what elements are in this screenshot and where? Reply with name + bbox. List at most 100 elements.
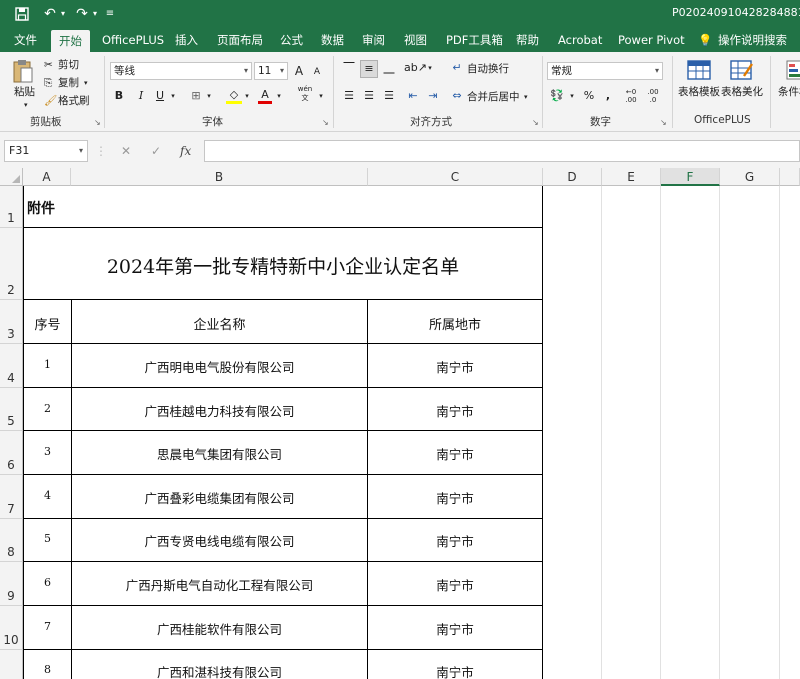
record-no[interactable]: 3 — [24, 445, 71, 458]
record-company[interactable]: 广西和湛科技有限公司 — [72, 662, 367, 679]
record-company[interactable]: 广西桂能软件有限公司 — [72, 619, 367, 638]
fill-color-dropdown-icon[interactable]: ▾ — [243, 88, 251, 104]
record-city[interactable]: 南宁市 — [368, 662, 542, 679]
spreadsheet-grid[interactable]: A B C D E F G 1 2 3 4 5 6 7 8 9 10 附件 20… — [0, 168, 800, 679]
row-header-5[interactable]: 5 — [0, 388, 23, 431]
tab-insert[interactable]: 插入 — [175, 28, 198, 52]
record-city[interactable]: 南宁市 — [368, 444, 542, 463]
underline-button[interactable]: U — [153, 88, 167, 104]
undo-dropdown-icon[interactable]: ▾ — [58, 5, 68, 23]
font-launcher-icon[interactable]: ↘ — [322, 118, 329, 127]
table-beautify-button[interactable]: 表格美化 — [721, 85, 763, 99]
paste-icon[interactable] — [12, 58, 34, 87]
row-header-7[interactable]: 7 — [0, 475, 23, 519]
decrease-indent-icon[interactable]: ⇤ — [404, 88, 422, 104]
copy-dropdown-icon[interactable]: ▾ — [84, 76, 88, 90]
tab-formulas[interactable]: 公式 — [280, 28, 303, 52]
percent-button[interactable]: % — [582, 88, 596, 104]
column-header-h[interactable] — [780, 168, 800, 186]
record-company[interactable]: 广西叠彩电缆集团有限公司 — [72, 488, 367, 507]
record-city[interactable]: 南宁市 — [368, 357, 542, 376]
record-city[interactable]: 南宁市 — [368, 531, 542, 550]
phonetic-dropdown-icon[interactable]: ▾ — [317, 88, 325, 104]
decrease-decimal-button[interactable]: .00.0 — [644, 88, 662, 104]
column-header-g[interactable]: G — [720, 168, 780, 186]
row-header-3[interactable]: 3 — [0, 300, 23, 344]
borders-icon[interactable]: ⊞ — [188, 88, 204, 104]
align-top-icon[interactable]: ⎺ — [340, 60, 358, 78]
copy-button[interactable]: 复制 — [58, 76, 79, 90]
enter-icon[interactable]: ✓ — [151, 144, 161, 158]
record-no[interactable]: 7 — [24, 620, 71, 633]
save-icon[interactable] — [12, 5, 32, 23]
accounting-dropdown-icon[interactable]: ▾ — [568, 88, 576, 104]
attachment-label[interactable]: 附件 — [27, 198, 55, 218]
font-name-combo[interactable]: 等线 ▾ — [110, 62, 252, 80]
record-no[interactable]: 4 — [24, 489, 71, 502]
select-all-corner[interactable] — [0, 168, 23, 186]
column-header-f[interactable]: F — [661, 168, 720, 186]
wrap-text-icon[interactable]: ↵ — [450, 60, 464, 76]
record-city[interactable]: 南宁市 — [368, 401, 542, 420]
number-format-combo[interactable]: 常规 ▾ — [547, 62, 663, 80]
conditional-formatting-icon[interactable] — [786, 58, 800, 85]
accounting-format-icon[interactable]: 💱 — [548, 88, 566, 104]
record-no[interactable]: 5 — [24, 532, 71, 545]
tab-view[interactable]: 视图 — [404, 28, 427, 52]
header-no[interactable]: 序号 — [24, 314, 71, 333]
format-painter-button[interactable]: 格式刷 — [58, 94, 90, 108]
record-company[interactable]: 广西专贤电线电缆有限公司 — [72, 531, 367, 550]
copy-icon[interactable]: ⎘ — [44, 76, 52, 90]
align-bottom-icon[interactable]: ⎽ — [380, 60, 398, 78]
paste-dropdown-icon[interactable]: ▾ — [24, 98, 28, 112]
undo-icon[interactable]: ↶ — [40, 5, 60, 23]
record-no[interactable]: 2 — [24, 402, 71, 415]
tab-home[interactable]: 开始 — [51, 30, 90, 52]
align-center-icon[interactable]: ☰ — [360, 88, 378, 104]
font-color-button[interactable]: A — [258, 88, 272, 104]
tell-me-search[interactable]: 操作说明搜索 — [718, 28, 787, 52]
bold-button[interactable]: B — [112, 88, 126, 104]
borders-dropdown-icon[interactable]: ▾ — [205, 88, 213, 104]
wrap-text-button[interactable]: 自动换行 — [467, 62, 509, 76]
number-launcher-icon[interactable]: ↘ — [660, 118, 667, 127]
formula-input[interactable] — [204, 140, 800, 162]
tab-help[interactable]: 帮助 — [516, 28, 539, 52]
header-company[interactable]: 企业名称 — [72, 314, 367, 333]
tab-pdf-toolbox[interactable]: PDF工具箱 — [446, 28, 503, 52]
underline-dropdown-icon[interactable]: ▾ — [169, 88, 177, 104]
tab-officeplus[interactable]: OfficePLUS — [102, 28, 164, 52]
table-template-button[interactable]: 表格模板 — [678, 85, 720, 99]
row-header-1[interactable]: 1 — [0, 186, 23, 228]
phonetic-guide-button[interactable]: wén 文 — [294, 85, 316, 103]
column-header-d[interactable]: D — [543, 168, 602, 186]
customize-icon[interactable]: ≡ — [104, 5, 116, 23]
tab-review[interactable]: 审阅 — [362, 28, 385, 52]
record-city[interactable]: 南宁市 — [368, 575, 542, 594]
conditional-formatting-button[interactable]: 条件格 — [778, 85, 800, 99]
record-no[interactable]: 6 — [24, 576, 71, 589]
italic-button[interactable]: I — [134, 88, 148, 104]
row-header-2[interactable]: 2 — [0, 228, 23, 300]
row-header-11[interactable] — [0, 650, 23, 679]
orientation-dropdown-icon[interactable]: ▾ — [426, 60, 434, 76]
row-header-6[interactable]: 6 — [0, 431, 23, 475]
row-header-8[interactable]: 8 — [0, 519, 23, 562]
increase-decimal-button[interactable]: ←0.00 — [622, 88, 640, 104]
column-header-e[interactable]: E — [602, 168, 661, 186]
header-city[interactable]: 所属地市 — [368, 314, 542, 333]
sheet-title[interactable]: 2024年第一批专精特新中小企业认定名单 — [24, 252, 542, 279]
column-header-b[interactable]: B — [71, 168, 368, 186]
tab-page-layout[interactable]: 页面布局 — [217, 28, 263, 52]
grow-font-button[interactable]: A — [292, 63, 306, 79]
tab-power-pivot[interactable]: Power Pivot — [618, 28, 685, 52]
font-size-combo[interactable]: 11 ▾ — [254, 62, 288, 80]
alignment-launcher-icon[interactable]: ↘ — [532, 118, 539, 127]
redo-dropdown-icon[interactable]: ▾ — [90, 5, 100, 23]
table-beautify-icon[interactable] — [730, 58, 754, 85]
record-company[interactable]: 广西桂越电力科技有限公司 — [72, 401, 367, 420]
orientation-icon[interactable]: ab↗ — [404, 60, 427, 76]
align-right-icon[interactable]: ☰ — [380, 88, 398, 104]
tab-acrobat[interactable]: Acrobat — [558, 28, 602, 52]
row-header-10[interactable]: 10 — [0, 606, 23, 650]
